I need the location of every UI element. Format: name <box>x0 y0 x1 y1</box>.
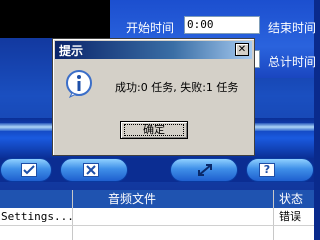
dialog-titlebar[interactable]: 提示 ✕ <box>55 41 252 59</box>
toolbar: ? <box>0 158 314 182</box>
dialog-title: 提示 <box>59 44 84 58</box>
dialog-message: 成功:0 任务, 失败:1 任务 <box>115 81 239 94</box>
column-header-audio-file[interactable]: 音频文件 <box>108 190 156 208</box>
cross-icon <box>83 163 99 177</box>
table-row[interactable]: Settings... 错误 <box>0 208 314 226</box>
file-list: 音频文件 状态 Settings... 错误 <box>0 190 314 240</box>
status-cell: 错误 <box>279 210 301 223</box>
column-header-status[interactable]: 状态 <box>279 190 303 208</box>
file-name-cell: Settings... <box>1 210 74 223</box>
info-icon <box>66 70 92 98</box>
convert-button[interactable] <box>170 158 238 182</box>
ok-button[interactable]: 确定 <box>120 121 188 139</box>
total-time-label: 总计时间 <box>268 55 317 69</box>
remove-button[interactable] <box>60 158 128 182</box>
ok-button-label: 确定 <box>143 123 165 136</box>
start-time-input[interactable]: 0:00 <box>184 16 260 34</box>
checkbox-icon <box>21 163 37 177</box>
end-time-label: 结束时间 <box>268 21 317 35</box>
close-button[interactable]: ✕ <box>235 43 249 56</box>
start-time-label: 开始时间 <box>126 21 175 35</box>
video-preview <box>0 0 110 38</box>
convert-icon <box>197 163 213 177</box>
select-all-button[interactable] <box>0 158 52 182</box>
help-icon: ? <box>259 163 275 177</box>
file-list-header: 音频文件 状态 <box>0 190 314 208</box>
help-button[interactable]: ? <box>246 158 314 182</box>
message-dialog: 提示 ✕ 成功:0 任务, 失败:1 任务 确定 <box>52 38 255 156</box>
